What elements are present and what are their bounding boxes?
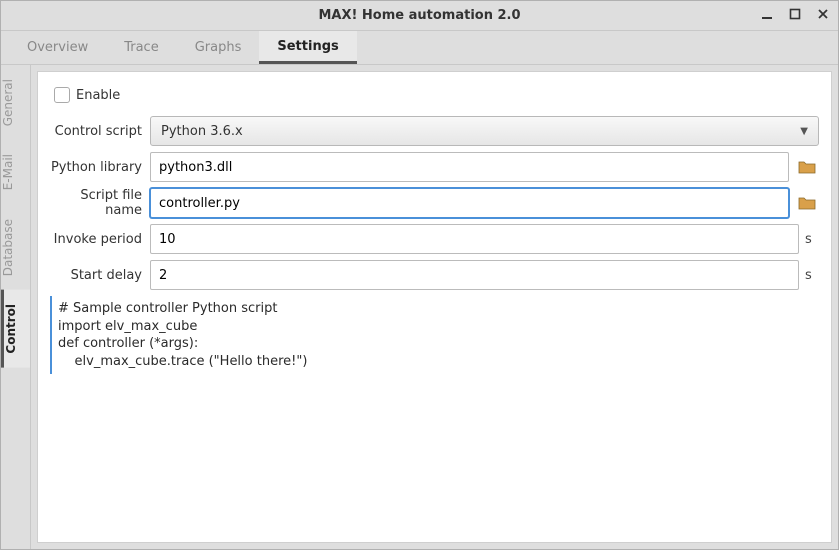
- folder-icon: [798, 196, 816, 210]
- body: General E-Mail Database Control Enable C…: [1, 65, 838, 549]
- invoke-period-input[interactable]: [150, 224, 799, 254]
- start-delay-row: Start delay s: [50, 260, 819, 290]
- side-tab-bar: General E-Mail Database Control: [1, 65, 31, 549]
- python-lib-input[interactable]: [150, 152, 789, 182]
- enable-label: Enable: [76, 88, 128, 103]
- side-tab-database[interactable]: Database: [1, 205, 30, 290]
- python-lib-browse-button[interactable]: [795, 155, 819, 179]
- side-tab-general[interactable]: General: [1, 65, 30, 140]
- close-button[interactable]: [814, 8, 832, 24]
- settings-control-panel: Enable Control script Python 3.6.x ▼ Pyt…: [37, 71, 832, 543]
- minimize-button[interactable]: [758, 8, 776, 24]
- folder-icon: [798, 160, 816, 174]
- python-lib-label: Python library: [50, 160, 150, 175]
- script-file-input[interactable]: [150, 188, 789, 218]
- invoke-period-row: Invoke period s: [50, 224, 819, 254]
- tab-graphs[interactable]: Graphs: [177, 31, 260, 64]
- enable-checkbox[interactable]: [54, 87, 70, 103]
- start-delay-unit: s: [805, 268, 819, 283]
- app-window: MAX! Home automation 2.0 Overview Trace …: [0, 0, 839, 550]
- script-file-browse-button[interactable]: [795, 191, 819, 215]
- titlebar: MAX! Home automation 2.0: [1, 1, 838, 31]
- script-file-row: Script file name: [50, 188, 819, 218]
- content-pane: Enable Control script Python 3.6.x ▼ Pyt…: [31, 65, 838, 549]
- control-script-row: Control script Python 3.6.x ▼: [50, 116, 819, 146]
- window-title: MAX! Home automation 2.0: [318, 8, 520, 23]
- chevron-down-icon: ▼: [800, 126, 808, 137]
- tab-trace[interactable]: Trace: [106, 31, 177, 64]
- script-file-label: Script file name: [50, 188, 150, 218]
- invoke-period-label: Invoke period: [50, 232, 150, 247]
- start-delay-input[interactable]: [150, 260, 799, 290]
- control-script-value: Python 3.6.x: [161, 124, 243, 139]
- window-controls: [758, 1, 832, 31]
- tab-overview[interactable]: Overview: [9, 31, 106, 64]
- side-tab-email[interactable]: E-Mail: [1, 140, 30, 204]
- python-lib-row: Python library: [50, 152, 819, 182]
- side-tab-control[interactable]: Control: [1, 290, 30, 368]
- start-delay-label: Start delay: [50, 268, 150, 283]
- tab-settings[interactable]: Settings: [259, 31, 356, 64]
- control-script-select[interactable]: Python 3.6.x ▼: [150, 116, 819, 146]
- maximize-button[interactable]: [786, 8, 804, 24]
- invoke-period-unit: s: [805, 232, 819, 247]
- control-script-label: Control script: [50, 124, 150, 139]
- top-tab-bar: Overview Trace Graphs Settings: [1, 31, 838, 65]
- sample-script: # Sample controller Python script import…: [50, 296, 819, 374]
- enable-row: Enable: [54, 80, 819, 110]
